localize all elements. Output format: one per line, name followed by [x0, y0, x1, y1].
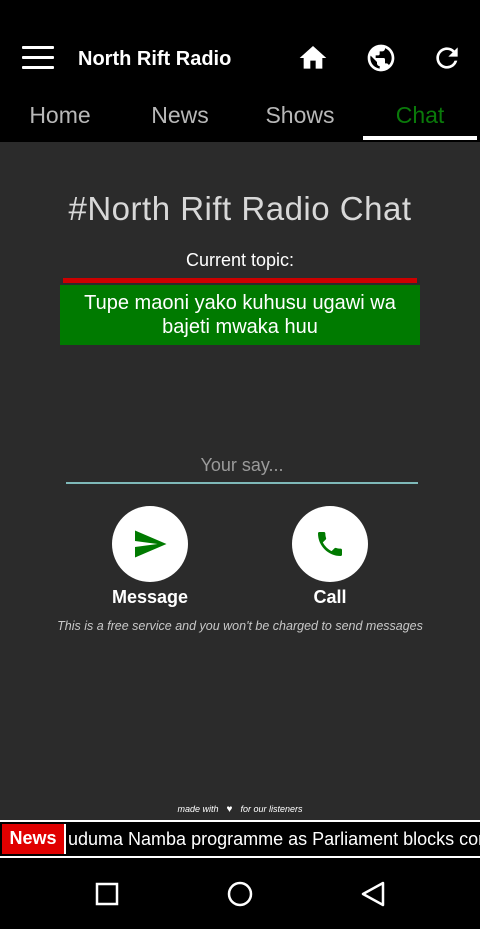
current-topic: Tupe maoni yako kuhusu ugawi wa bajeti m… [60, 285, 420, 345]
heart-icon: ♥ [226, 804, 233, 815]
system-nav-bar [0, 858, 480, 929]
chat-title: #North Rift Radio Chat [68, 190, 412, 227]
made-with-text: made with [177, 804, 219, 814]
home-icon[interactable] [297, 42, 329, 74]
message-button[interactable] [112, 506, 188, 582]
free-service-note: This is a free service and you won't be … [57, 619, 423, 633]
your-say-input[interactable] [66, 448, 418, 484]
app-bar: North Rift Radio [0, 0, 480, 96]
call-label: Call [313, 587, 347, 607]
app-title: North Rift Radio [78, 48, 232, 70]
globe-icon[interactable] [365, 42, 397, 74]
refresh-icon[interactable] [431, 42, 463, 74]
tab-news[interactable]: News [120, 96, 240, 142]
news-ticker[interactable]: News uduma Namba programme as Parliament… [0, 820, 480, 858]
tab-home[interactable]: Home [0, 96, 120, 142]
for-listeners-text: for our listeners [240, 804, 303, 814]
hamburger-icon [22, 46, 54, 49]
topic-divider [63, 278, 417, 283]
tab-shows[interactable]: Shows [240, 96, 360, 142]
home-circle-icon[interactable] [222, 876, 258, 912]
chat-panel: #North Rift Radio Chat Current topic: Tu… [0, 142, 480, 820]
menu-button[interactable] [22, 46, 54, 70]
hamburger-icon-line [22, 56, 54, 59]
send-icon [135, 530, 167, 558]
made-with-footer: made with ♥ for our listeners [0, 804, 480, 815]
recents-icon[interactable] [89, 876, 125, 912]
back-icon[interactable] [355, 876, 391, 912]
ticker-text: uduma Namba programme as Parliament bloc… [68, 829, 480, 849]
topic-label: Current topic: [185, 250, 295, 270]
news-badge: News [2, 824, 66, 854]
hamburger-icon-line [22, 66, 54, 69]
message-label: Message [111, 587, 189, 607]
phone-icon [318, 532, 342, 556]
call-button[interactable] [292, 506, 368, 582]
active-tab-indicator [363, 136, 477, 140]
